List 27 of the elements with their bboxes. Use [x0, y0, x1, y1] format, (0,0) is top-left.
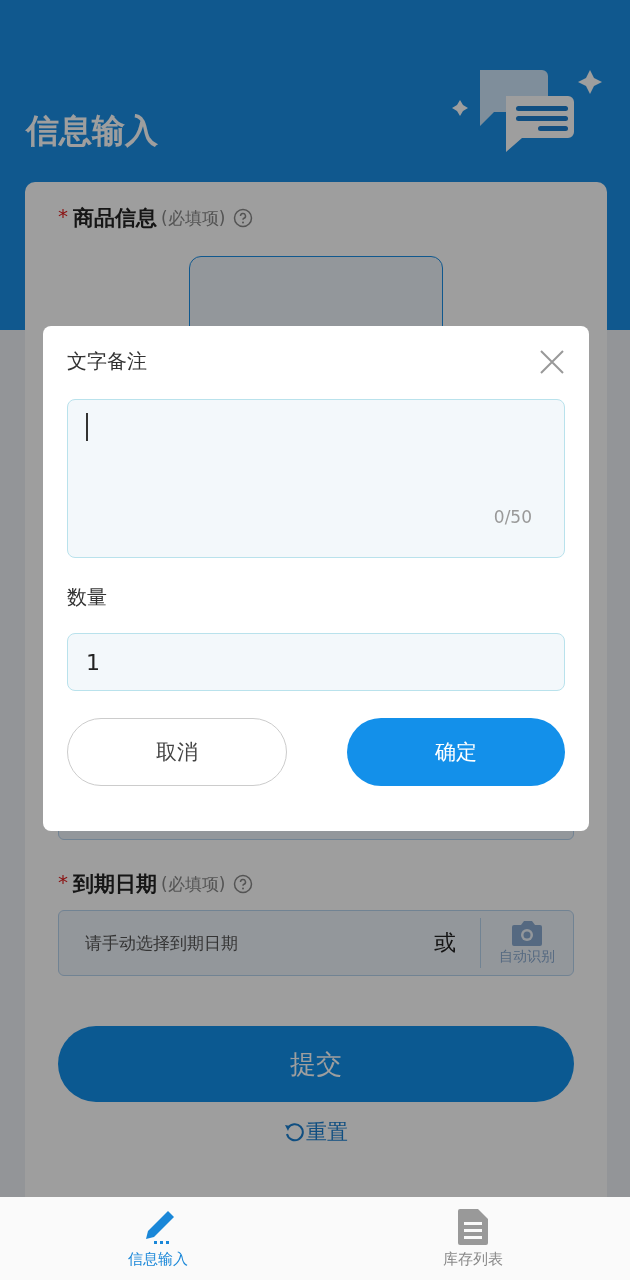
field-label: 到期日期	[73, 871, 157, 898]
date-field[interactable]: 请手动选择到期日期 或 自动识别	[58, 910, 574, 976]
character-counter: 0/50	[493, 507, 532, 527]
dialog-title: 文字备注	[67, 348, 147, 375]
field-label: 商品信息	[73, 205, 157, 232]
required-mark: *	[58, 204, 68, 228]
help-icon[interactable]	[233, 208, 254, 228]
quantity-label: 数量	[67, 584, 108, 611]
nav-tab[interactable]: 信息输入	[0, 1197, 315, 1280]
nav-tab[interactable]: 库存列表	[315, 1197, 630, 1280]
refresh-icon	[284, 1122, 304, 1142]
auto-detect-button[interactable]: 自动识别	[481, 920, 573, 966]
submit-button[interactable]: 提交	[58, 1026, 574, 1102]
cancel-button[interactable]: 取消	[67, 718, 287, 786]
page-title: 信息输入	[26, 110, 158, 152]
camera-icon	[510, 920, 544, 946]
required-mark: *	[58, 870, 68, 894]
close-button[interactable]	[539, 348, 565, 375]
confirm-button[interactable]: 确定	[347, 718, 565, 786]
field-hint: (必填项)	[161, 872, 226, 896]
reset-button[interactable]: 重置	[284, 1118, 348, 1146]
document-icon	[455, 1208, 490, 1246]
quantity-field[interactable]: 1	[67, 633, 565, 691]
text-cursor	[86, 413, 88, 441]
help-icon[interactable]	[233, 874, 254, 894]
field-hint: (必填项)	[161, 206, 226, 230]
or-text: 或	[434, 929, 456, 957]
